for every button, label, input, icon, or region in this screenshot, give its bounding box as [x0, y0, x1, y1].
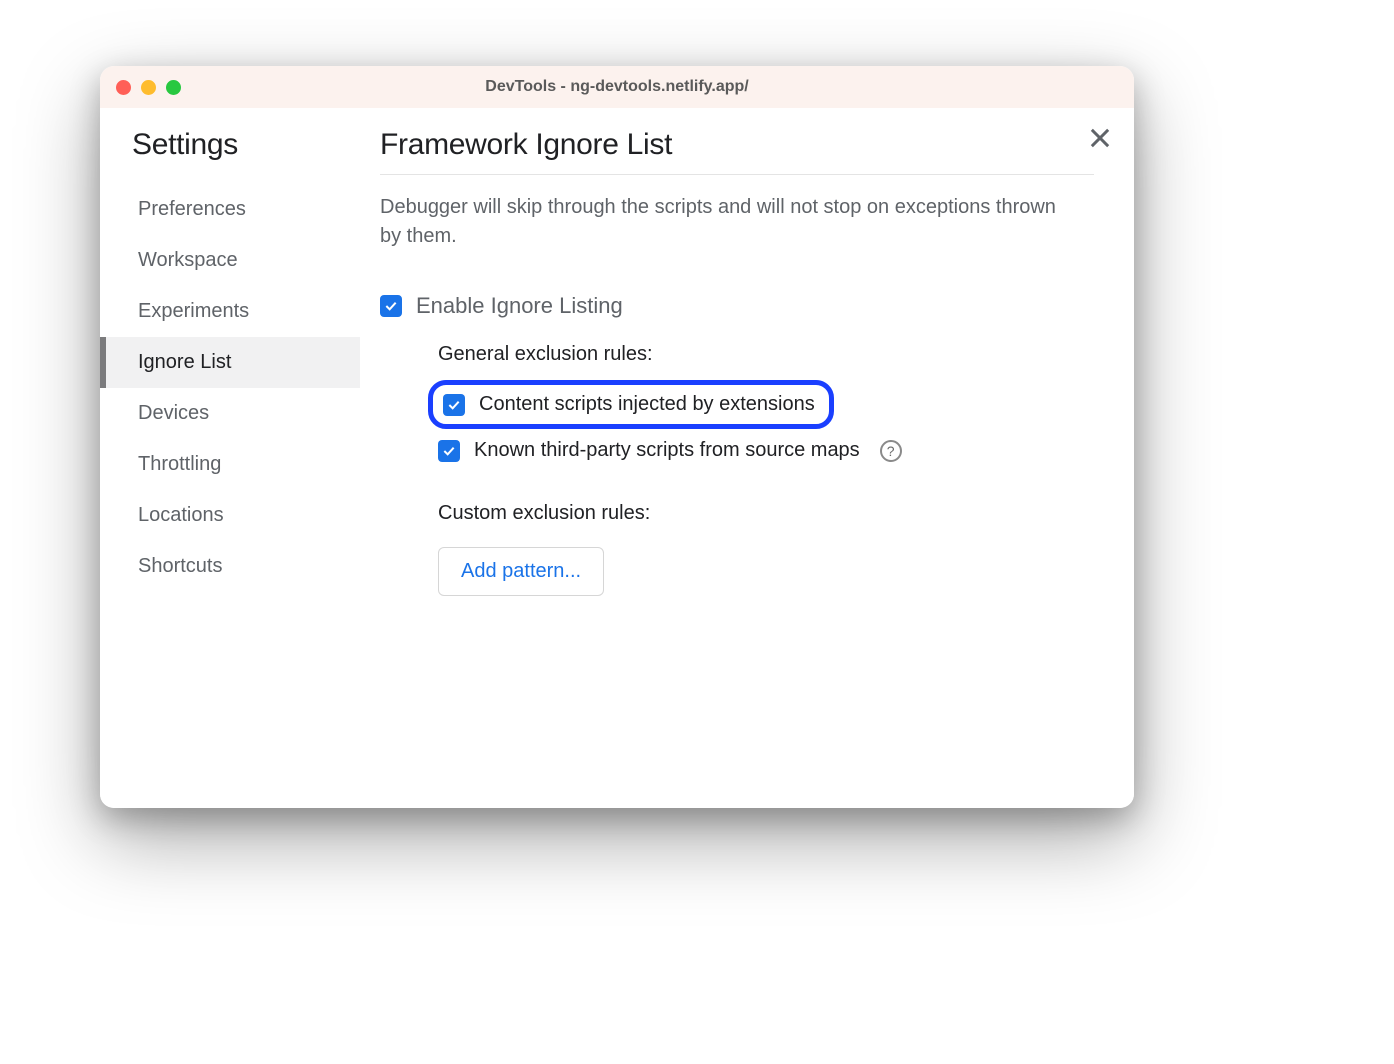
sidebar-item-experiments[interactable]: Experiments [100, 286, 360, 337]
add-pattern-label: Add pattern... [461, 560, 581, 582]
settings-content: Settings Preferences Workspace Experimen… [100, 108, 1134, 808]
content-scripts-rule-row: Content scripts injected by extensions [428, 380, 834, 429]
devtools-settings-window: DevTools - ng-devtools.netlify.app/ Sett… [100, 66, 1134, 808]
content-scripts-label: Content scripts injected by extensions [479, 393, 815, 416]
sidebar-item-workspace[interactable]: Workspace [100, 235, 360, 286]
sidebar-item-label: Preferences [138, 198, 246, 220]
sidebar-item-label: Experiments [138, 300, 249, 322]
window-minimize-button[interactable] [141, 80, 156, 95]
sidebar-item-label: Throttling [138, 453, 221, 475]
window-zoom-button[interactable] [166, 80, 181, 95]
settings-main-panel: Framework Ignore List Debugger will skip… [360, 108, 1134, 808]
add-pattern-button[interactable]: Add pattern... [438, 547, 604, 596]
sidebar-item-label: Devices [138, 402, 209, 424]
sidebar-item-devices[interactable]: Devices [100, 388, 360, 439]
check-icon [383, 298, 399, 314]
enable-ignore-listing-label: Enable Ignore Listing [416, 293, 623, 319]
close-settings-button[interactable] [1086, 124, 1114, 152]
sidebar-item-throttling[interactable]: Throttling [100, 439, 360, 490]
check-icon [441, 443, 457, 459]
window-titlebar: DevTools - ng-devtools.netlify.app/ [100, 66, 1134, 108]
help-icon[interactable]: ? [880, 440, 902, 462]
third-party-scripts-label: Known third-party scripts from source ma… [474, 439, 860, 462]
settings-sidebar: Settings Preferences Workspace Experimen… [100, 108, 360, 808]
check-icon [446, 397, 462, 413]
sidebar-item-label: Shortcuts [138, 555, 222, 577]
third-party-scripts-checkbox[interactable] [438, 440, 460, 462]
content-scripts-checkbox[interactable] [443, 394, 465, 416]
enable-ignore-listing-row: Enable Ignore Listing [380, 293, 1094, 319]
custom-rules-heading: Custom exclusion rules: [438, 502, 1094, 525]
sidebar-item-label: Locations [138, 504, 224, 526]
page-title: Framework Ignore List [380, 128, 1094, 162]
window-close-button[interactable] [116, 80, 131, 95]
enable-ignore-listing-checkbox[interactable] [380, 295, 402, 317]
divider [380, 174, 1094, 175]
page-description: Debugger will skip through the scripts a… [380, 193, 1080, 251]
sidebar-item-locations[interactable]: Locations [100, 490, 360, 541]
sidebar-item-preferences[interactable]: Preferences [100, 184, 360, 235]
sidebar-item-ignore-list[interactable]: Ignore List [100, 337, 360, 388]
sidebar-item-label: Ignore List [138, 351, 231, 373]
close-icon [1086, 124, 1114, 152]
sidebar-item-label: Workspace [138, 249, 238, 271]
sidebar-item-shortcuts[interactable]: Shortcuts [100, 541, 360, 592]
general-rules-heading: General exclusion rules: [438, 343, 1094, 366]
third-party-scripts-rule-row: Known third-party scripts from source ma… [438, 439, 1094, 462]
window-title: DevTools - ng-devtools.netlify.app/ [100, 78, 1134, 96]
sidebar-title: Settings [132, 128, 360, 162]
traffic-lights [116, 80, 181, 95]
